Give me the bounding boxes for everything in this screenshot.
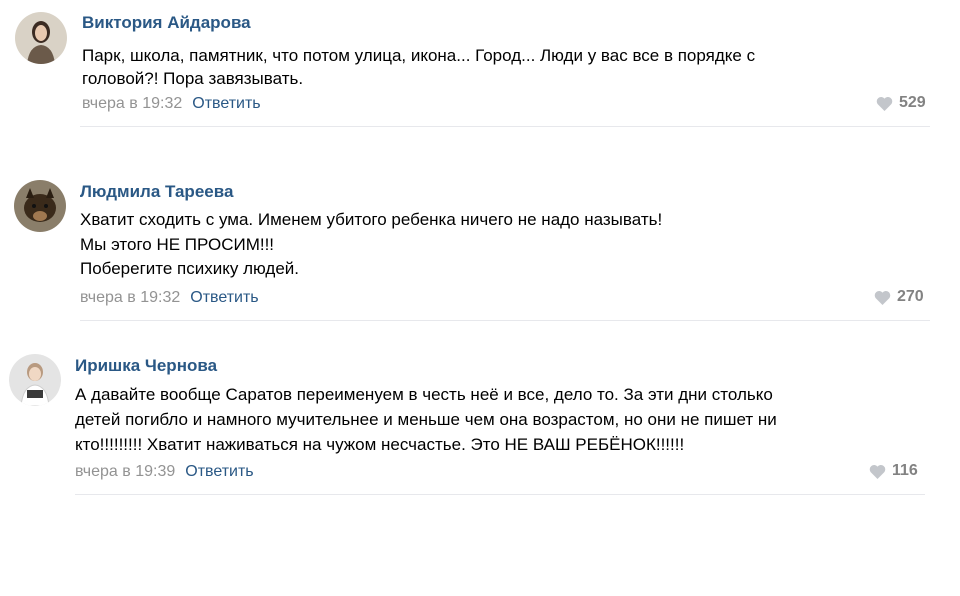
like-count: 270 <box>897 288 924 305</box>
comment-text-line: головой?! Пора завязывать. <box>82 69 304 88</box>
divider <box>80 320 930 321</box>
like-count: 116 <box>892 462 918 479</box>
divider <box>80 126 930 127</box>
comment-time[interactable]: вчера в 19:39 <box>75 463 175 480</box>
avatar-image <box>14 180 66 232</box>
heart-icon <box>876 96 893 111</box>
reply-button[interactable]: Ответить <box>190 289 258 306</box>
reply-button[interactable]: Ответить <box>185 463 253 480</box>
comment-text-line: детей погибло и намного мучительнее и ме… <box>75 410 777 429</box>
comment-text-line: Хватит сходить с ума. Именем убитого реб… <box>80 210 663 229</box>
reply-button[interactable]: Ответить <box>192 95 260 112</box>
comment-author[interactable]: Людмила Тареева <box>80 182 233 202</box>
avatar-image <box>15 12 67 64</box>
like-button[interactable]: 116 <box>869 462 918 480</box>
divider <box>75 494 925 495</box>
heart-icon <box>874 290 891 305</box>
comment-author[interactable]: Виктория Айдарова <box>82 13 251 33</box>
comment-text-line: кто!!!!!!!!! Хватит наживаться на чужом … <box>75 435 685 454</box>
like-count: 529 <box>899 94 926 111</box>
comment-text-line: А давайте вообще Саратов переименуем в ч… <box>75 385 773 404</box>
avatar[interactable] <box>14 180 66 232</box>
avatar[interactable] <box>15 12 67 64</box>
comment-text-line: Поберегите психику людей. <box>80 259 299 278</box>
avatar-image <box>9 354 61 406</box>
comment-meta: вчера в 19:39 Ответить <box>75 463 254 481</box>
comment-meta: вчера в 19:32 Ответить <box>80 289 259 307</box>
comment-meta: вчера в 19:32 Ответить <box>82 95 261 113</box>
comment-text-line: Парк, школа, памятник, что потом улица, … <box>82 46 756 65</box>
comment-time[interactable]: вчера в 19:32 <box>82 95 182 112</box>
like-button[interactable]: 270 <box>874 288 924 306</box>
heart-icon <box>869 464 886 479</box>
avatar[interactable] <box>9 354 61 406</box>
comment-time[interactable]: вчера в 19:32 <box>80 289 180 306</box>
like-button[interactable]: 529 <box>876 94 926 112</box>
comment-text-line: Мы этого НЕ ПРОСИМ!!! <box>80 235 275 254</box>
comment-author[interactable]: Иришка Чернова <box>75 356 217 376</box>
